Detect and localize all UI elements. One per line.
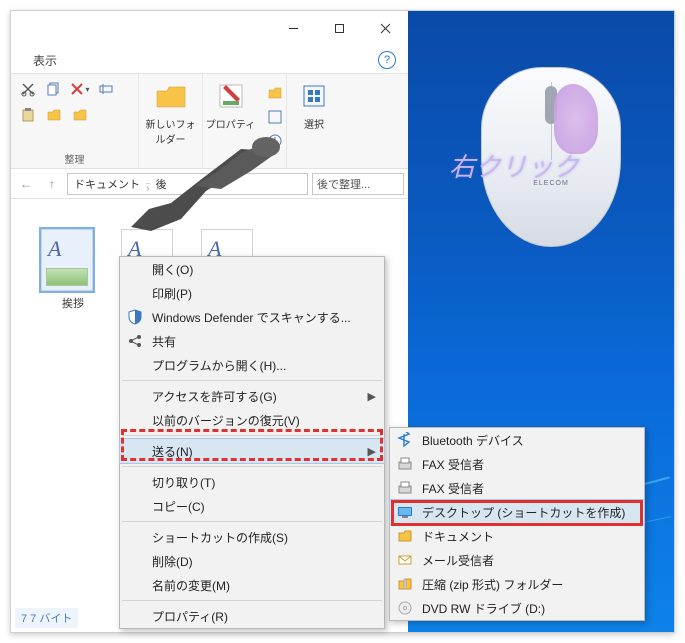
menu-item-label: 削除(D) [152, 553, 193, 570]
menu-separator [122, 466, 382, 467]
menu-item-label: アクセスを許可する(G) [152, 388, 277, 405]
status-bar: 7 7 バイト [15, 608, 78, 628]
folder-icon [396, 527, 414, 545]
context-menu-item[interactable]: 開く(O) [120, 257, 384, 281]
menu-separator [122, 600, 382, 601]
history-icon[interactable] [264, 130, 286, 152]
menu-item-label: 印刷(P) [152, 285, 192, 302]
file-label: 挨拶 [41, 295, 105, 311]
select-button[interactable]: 選択 [287, 78, 341, 131]
sendto-menu-item[interactable]: DVD RW ドライブ (D:) [390, 596, 644, 620]
menu-item-label: Bluetooth デバイス [422, 432, 524, 449]
breadcrumb-seg[interactable]: 後 [156, 176, 167, 192]
menu-item-label: 名前の変更(M) [152, 577, 230, 594]
context-menu-item[interactable]: プロパティ(R) [120, 604, 384, 628]
copy-icon[interactable] [43, 78, 65, 100]
menu-item-label: FAX 受信者 [422, 480, 484, 497]
rename-icon[interactable] [95, 78, 117, 100]
new-folder-button[interactable]: 新しいフォルダー [144, 78, 198, 146]
context-menu-item[interactable]: 切り取り(T) [120, 470, 384, 494]
sendto-menu-item[interactable]: FAX 受信者 [390, 452, 644, 476]
properties-button[interactable]: プロパティ [204, 78, 258, 152]
context-menu-item[interactable]: 共有 [120, 329, 384, 353]
menu-item-label: ドキュメント [422, 528, 494, 545]
address-box[interactable]: ドキュメント › 後 [67, 173, 308, 195]
context-menu-sendto: Bluetooth デバイス FAX 受信者 FAX 受信者デスクトップ (ショート… [389, 427, 645, 621]
context-menu-item[interactable]: コピー(C) [120, 494, 384, 518]
menu-separator [122, 380, 382, 381]
context-menu-item[interactable]: 以前のバージョンの復元(V) [120, 408, 384, 432]
sendto-menu-item[interactable]: メール受信者 [390, 548, 644, 572]
help-button[interactable]: ? [378, 51, 396, 69]
sendto-menu-item[interactable]: 圧縮 (zip 形式) フォルダー [390, 572, 644, 596]
file-item[interactable]: A 挨拶 [41, 229, 105, 309]
fax-icon [396, 455, 414, 473]
nav-up-button[interactable]: ↑ [41, 173, 63, 195]
move-icon[interactable] [43, 104, 65, 126]
mail-icon [396, 551, 414, 569]
menu-separator [122, 435, 382, 436]
menu-item-label: メール受信者 [422, 552, 494, 569]
menu-item-label: 圧縮 (zip 形式) フォルダー [422, 576, 563, 593]
right-click-annotation: 右クリック [449, 147, 579, 184]
menu-separator [122, 521, 382, 522]
shield-icon [126, 308, 144, 326]
delete-icon[interactable]: ▾ [69, 78, 91, 100]
menu-item-label: 送る(N) [152, 443, 193, 460]
sendto-menu-item[interactable]: ドキュメント [390, 524, 644, 548]
ribbon-tab-view[interactable]: 表示 [33, 52, 57, 69]
sendto-menu-item[interactable]: FAX 受信者 [390, 476, 644, 500]
sendto-menu-item[interactable]: デスクトップ (ショートカットを作成) [390, 500, 644, 524]
sendto-menu-item[interactable]: Bluetooth デバイス [390, 428, 644, 452]
menu-item-label: ショートカットの作成(S) [152, 529, 288, 546]
context-menu-item[interactable]: ショートカットの作成(S) [120, 525, 384, 549]
context-menu-item[interactable]: 名前の変更(M) [120, 573, 384, 597]
menu-item-label: FAX 受信者 [422, 456, 484, 473]
menu-item-label: プロパティ(R) [152, 608, 228, 625]
close-button[interactable] [362, 13, 408, 43]
titlebar [11, 11, 408, 51]
menu-item-label: デスクトップ (ショートカットを作成) [422, 504, 625, 521]
address-bar: ← ↑ ドキュメント › 後 後で整理... [11, 169, 408, 199]
search-box[interactable]: 後で整理... [312, 173, 404, 195]
share-icon [126, 332, 144, 350]
ribbon-group-organize: 整理 [65, 149, 85, 166]
context-menu-item[interactable]: 印刷(P) [120, 281, 384, 305]
edit-icon[interactable] [264, 106, 286, 128]
menu-item-label: 切り取り(T) [152, 474, 215, 491]
context-menu-item[interactable]: 削除(D) [120, 549, 384, 573]
ribbon: ▾ 整理 新しいフォルダー プロパテ [11, 73, 408, 169]
breadcrumb-seg[interactable]: ドキュメント [74, 176, 140, 192]
menu-item-label: 以前のバージョンの復元(V) [152, 412, 300, 429]
open-icon[interactable] [264, 82, 286, 104]
bt-icon [396, 431, 414, 449]
context-menu-main: 開く(O) 印刷(P) Windows Defender でスキャンする... 共有プ… [119, 256, 385, 629]
context-menu-item[interactable]: 送る(N) ▶ [120, 439, 384, 463]
paste-icon[interactable] [17, 104, 39, 126]
submenu-arrow-icon: ▶ [368, 390, 376, 403]
disc-icon [396, 599, 414, 617]
ribbon-group-open: 開く [235, 152, 255, 169]
fax-icon [396, 479, 414, 497]
menu-item-label: コピー(C) [152, 498, 205, 515]
minimize-button[interactable] [270, 13, 316, 43]
submenu-arrow-icon: ▶ [368, 445, 376, 458]
menu-item-label: 共有 [152, 333, 176, 350]
context-menu-item[interactable]: Windows Defender でスキャンする... [120, 305, 384, 329]
menu-item-label: Windows Defender でスキャンする... [152, 309, 351, 326]
context-menu-item[interactable]: プログラムから開く(H)... [120, 353, 384, 377]
nav-back-button[interactable]: ← [15, 173, 37, 195]
desk-icon [396, 503, 414, 521]
menu-item-label: プログラムから開く(H)... [152, 357, 286, 374]
cut-icon[interactable] [17, 78, 39, 100]
zip-icon [396, 575, 414, 593]
copy-to-icon[interactable] [69, 104, 91, 126]
maximize-button[interactable] [316, 13, 362, 43]
context-menu-item[interactable]: アクセスを許可する(G) ▶ [120, 384, 384, 408]
menu-item-label: 開く(O) [152, 261, 193, 278]
menu-item-label: DVD RW ドライブ (D:) [422, 600, 545, 617]
